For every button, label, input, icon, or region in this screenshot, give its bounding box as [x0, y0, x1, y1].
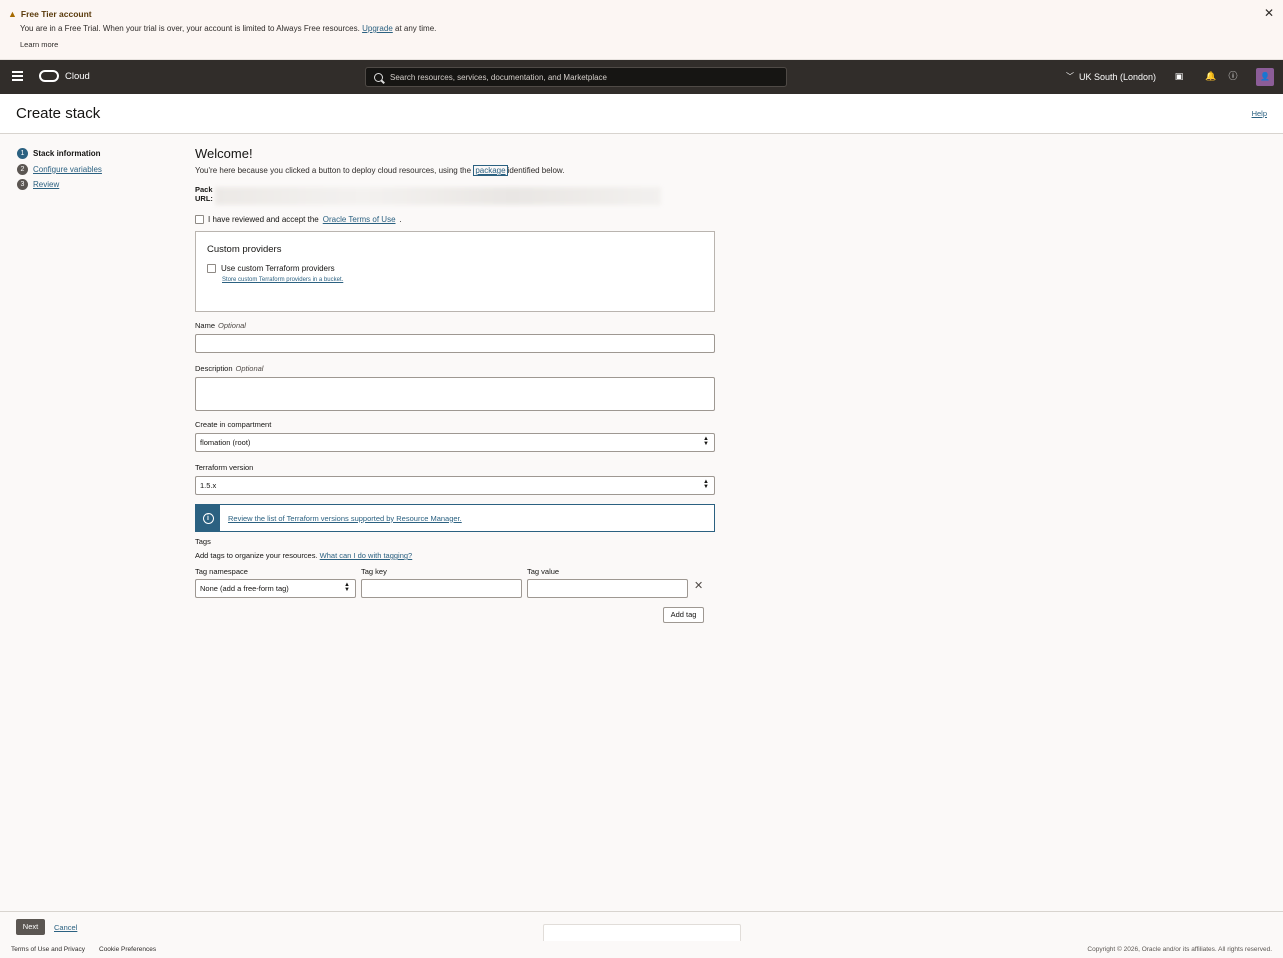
blurred-package-url — [215, 187, 661, 205]
banner-title: ▲ Free Tier account — [8, 9, 92, 19]
terraform-version-select[interactable]: 1.5.x ▲ ▼ — [195, 476, 715, 495]
tag-value-label: Tag value — [527, 567, 560, 576]
banner-text: You are in a Free Trial. When your trial… — [20, 24, 437, 33]
tag-key-input[interactable] — [361, 579, 522, 598]
custom-providers-option: Use custom Terraform providers — [207, 264, 703, 273]
step-label: Review — [33, 180, 60, 190]
search-input[interactable]: Search resources, services, documentatio… — [365, 67, 787, 87]
upgrade-link[interactable]: Upgrade — [362, 24, 393, 33]
info-bar: i — [196, 505, 220, 531]
close-icon[interactable]: ✕ — [1264, 6, 1274, 20]
step-configure-variables[interactable]: 2 Configure variables — [17, 162, 102, 178]
select-arrows-icon: ▲ ▼ — [703, 479, 709, 490]
tags-title: Tags — [195, 537, 211, 546]
description-textarea[interactable] — [195, 377, 715, 411]
help-link[interactable]: Help — [1252, 109, 1267, 118]
user-avatar-icon[interactable]: 👤 — [1256, 68, 1274, 86]
compartment-label: Create in compartment — [195, 420, 272, 429]
step-label: Configure variables — [33, 164, 102, 174]
brand-label[interactable]: Cloud — [65, 71, 90, 82]
search-placeholder: Search resources, services, documentatio… — [390, 73, 607, 82]
terms-acceptance-row: I have reviewed and accept the Oracle Te… — [195, 215, 715, 224]
cloud-shell-icon[interactable]: ▣ — [1173, 70, 1185, 82]
tags-description: Add tags to organize your resources. Wha… — [195, 551, 413, 560]
notifications-bell-icon[interactable]: 🔔 — [1205, 70, 1217, 82]
free-tier-banner: ▲ Free Tier account You are in a Free Tr… — [0, 0, 1283, 60]
tag-value-input[interactable] — [527, 579, 688, 598]
help-icon[interactable]: ⓘ — [1227, 70, 1239, 82]
tagging-help-link[interactable]: What can I do with tagging? — [320, 551, 413, 560]
name-label: Name Optional — [195, 321, 246, 330]
learn-more-link[interactable]: Learn more — [20, 40, 58, 49]
oracle-terms-link[interactable]: Oracle Terms of Use — [323, 215, 396, 224]
region-selector[interactable]: ﹀ UK South (London) — [1066, 71, 1156, 82]
next-button[interactable]: Next — [16, 919, 45, 935]
page-title: Create stack — [16, 105, 101, 122]
chevron-down-icon: ﹀ — [1066, 72, 1074, 81]
accept-terms-checkbox[interactable] — [195, 215, 204, 224]
copyright-text: Copyright © 2026, Oracle and/or its affi… — [1087, 946, 1272, 953]
terraform-version-label: Terraform version — [195, 463, 254, 472]
terraform-versions-link[interactable]: Review the list of Terraform versions su… — [228, 514, 462, 523]
package-link[interactable]: package — [473, 165, 508, 176]
page-header: Create stack Help — [0, 94, 1283, 134]
cookie-preferences-link[interactable]: Cookie Preferences — [99, 946, 156, 953]
menu-icon[interactable] — [12, 71, 23, 82]
tag-row: Tag namespace None (add a free-form tag)… — [195, 567, 715, 598]
add-tag-button[interactable]: Add tag — [663, 607, 704, 623]
custom-providers-title: Custom providers — [207, 244, 282, 255]
custom-providers-checkbox[interactable] — [207, 264, 216, 273]
intro-text: You're here because you clicked a button… — [195, 165, 565, 176]
remove-tag-icon[interactable]: ✕ — [694, 579, 703, 592]
oracle-logo-icon[interactable] — [39, 70, 59, 82]
step-label: Stack information — [33, 149, 101, 159]
custom-providers-panel: Custom providers Use custom Terraform pr… — [195, 231, 715, 312]
legal-footer: Terms of Use and Privacy Cookie Preferen… — [0, 941, 1283, 958]
select-arrows-icon: ▲ ▼ — [344, 582, 350, 593]
welcome-heading: Welcome! — [195, 146, 253, 161]
terraform-info-box: i Review the list of Terraform versions … — [195, 504, 715, 532]
top-navigation-bar: Cloud Search resources, services, docume… — [0, 60, 1283, 94]
select-arrows-icon: ▲ ▼ — [703, 436, 709, 447]
tag-key-label: Tag key — [361, 567, 387, 576]
description-label: Description Optional — [195, 364, 264, 373]
info-icon: i — [202, 512, 214, 524]
warning-icon: ▲ — [8, 9, 17, 19]
tag-namespace-label: Tag namespace — [195, 567, 248, 576]
cancel-link[interactable]: Cancel — [54, 923, 77, 932]
stack-information-form: Welcome! You're here because you clicked… — [195, 146, 715, 598]
step-number: 3 — [17, 179, 28, 191]
step-number: 2 — [17, 163, 28, 175]
wizard-steps: 1 Stack information 2 Configure variable… — [17, 146, 102, 193]
compartment-select[interactable]: flomation (root) ▲ ▼ — [195, 433, 715, 452]
step-stack-information[interactable]: 1 Stack information — [17, 146, 102, 162]
name-input[interactable] — [195, 334, 715, 353]
step-review[interactable]: 3 Review — [17, 177, 102, 193]
tag-namespace-select[interactable]: None (add a free-form tag) ▲ ▼ — [195, 579, 356, 598]
search-icon — [374, 73, 383, 82]
step-number: 1 — [17, 148, 28, 160]
store-providers-link[interactable]: Store custom Terraform providers in a bu… — [222, 277, 703, 283]
terms-privacy-link[interactable]: Terms of Use and Privacy — [11, 946, 85, 953]
package-url-row: Pack URL: — [195, 185, 715, 207]
